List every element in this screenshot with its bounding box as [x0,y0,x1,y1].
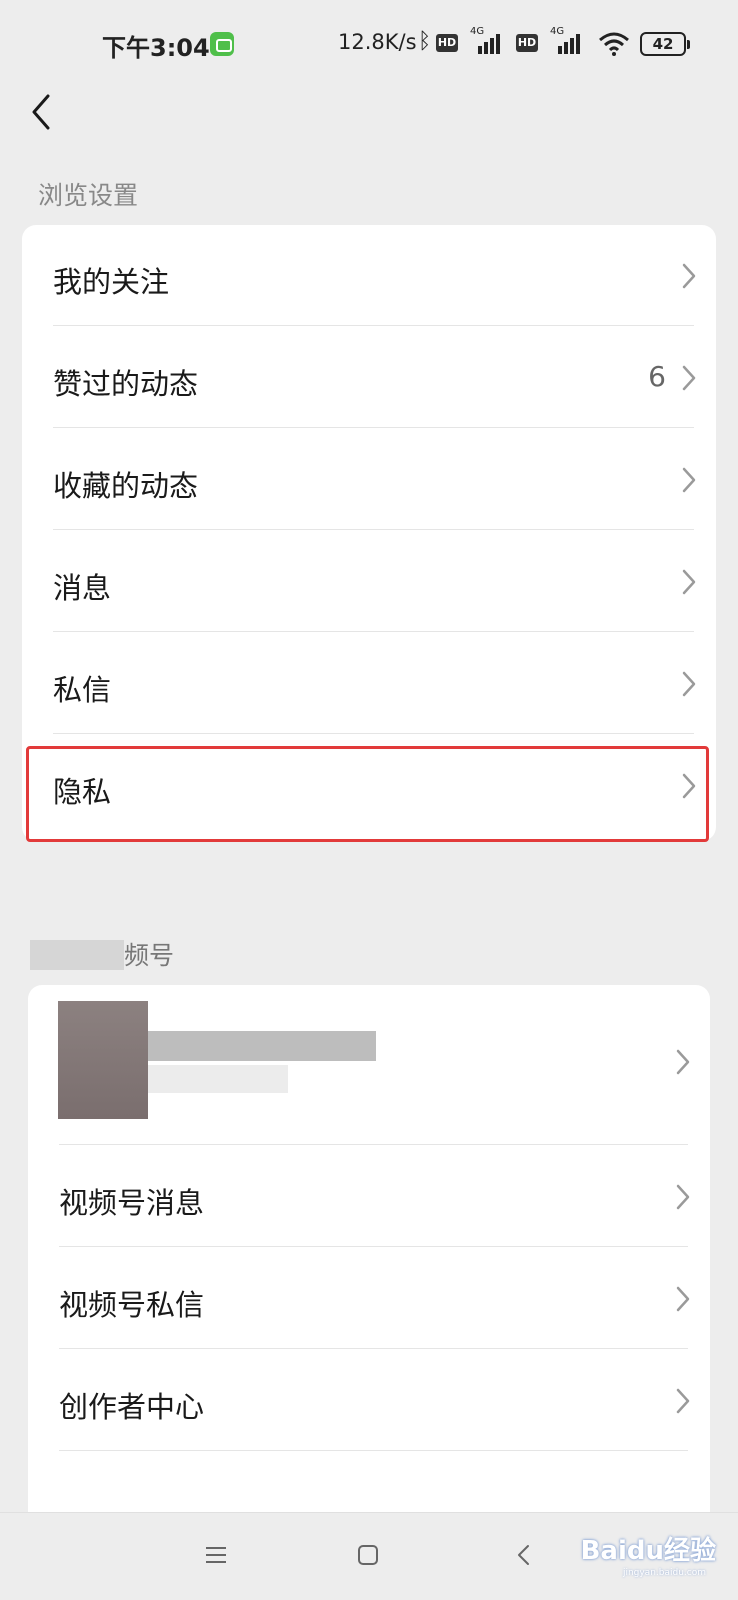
notification-app-icon [210,32,234,56]
divider [59,1246,688,1247]
chevron-right-icon [682,671,696,697]
menu-icon[interactable] [204,1543,228,1567]
row-label: 视频号私信 [59,1288,205,1322]
row-label: 我的关注 [53,265,170,299]
row-label: 私信 [53,673,112,707]
section-header-channels: 频号 [124,941,175,970]
list-item-saved-posts[interactable]: 收藏的动态 [22,429,716,530]
chevron-right-icon [682,569,696,595]
divider [59,1450,688,1451]
list-item-following[interactable]: 我的关注 [22,225,716,326]
chevron-right-icon [682,467,696,493]
list-item-direct-messages[interactable]: 私信 [22,633,716,734]
list-item-channel-dms[interactable]: 视频号私信 [28,1248,710,1349]
battery-icon: 42 [640,32,690,56]
chevron-right-icon [676,1388,690,1414]
blurred-name [148,1031,376,1061]
row-label: 创作者中心 [59,1390,205,1424]
blurred-avatar [58,1001,148,1119]
divider [53,529,694,530]
list-item-liked-posts[interactable]: 赞过的动态 6 [22,327,716,428]
channels-card: 视频号消息 视频号私信 创作者中心 [28,985,710,1512]
divider [53,733,694,734]
privacy-highlight-box [26,746,709,842]
list-item-messages[interactable]: 消息 [22,531,716,632]
signal-strength-icon-1 [478,32,508,54]
hd-badge-2: HD [516,34,538,52]
row-label: 收藏的动态 [53,469,199,503]
wifi-icon [599,32,629,56]
bluetooth-icon: ᛒ [418,29,432,54]
list-item-channel-messages[interactable]: 视频号消息 [28,1146,710,1247]
network-speed: 12.8K/s [338,30,417,54]
row-label: 视频号消息 [59,1186,205,1220]
list-item-channel-profile[interactable] [28,985,710,1145]
chevron-right-icon [676,1049,690,1075]
chevron-right-icon [676,1286,690,1312]
divider [53,427,694,428]
home-icon[interactable] [356,1543,380,1567]
hd-badge-1: HD [436,34,458,52]
row-label: 赞过的动态 [53,367,199,401]
divider [53,325,694,326]
blurred-subtitle [148,1065,288,1093]
section-header-browse: 浏览设置 [38,181,139,210]
chevron-right-icon [682,263,696,289]
divider [59,1348,688,1349]
list-item-creator-center[interactable]: 创作者中心 [28,1350,710,1451]
row-label: 消息 [53,571,112,605]
status-bar: 下午3:04 12.8K/s ᛒ HD 4G HD 4G 42 [0,0,738,90]
chevron-right-icon [676,1184,690,1210]
status-time: 下午3:04 [102,34,210,62]
back-button[interactable] [22,88,62,136]
chevron-right-icon [682,365,696,391]
divider [59,1144,688,1145]
nav-back-icon[interactable] [512,1543,536,1567]
signal-strength-icon-2 [558,32,588,54]
baidu-watermark-url: jingyan.baidu.com [622,1568,706,1578]
baidu-watermark: Baidu经验 [580,1536,716,1566]
blurred-header [30,940,124,970]
count-badge: 6 [648,360,666,393]
divider [53,631,694,632]
